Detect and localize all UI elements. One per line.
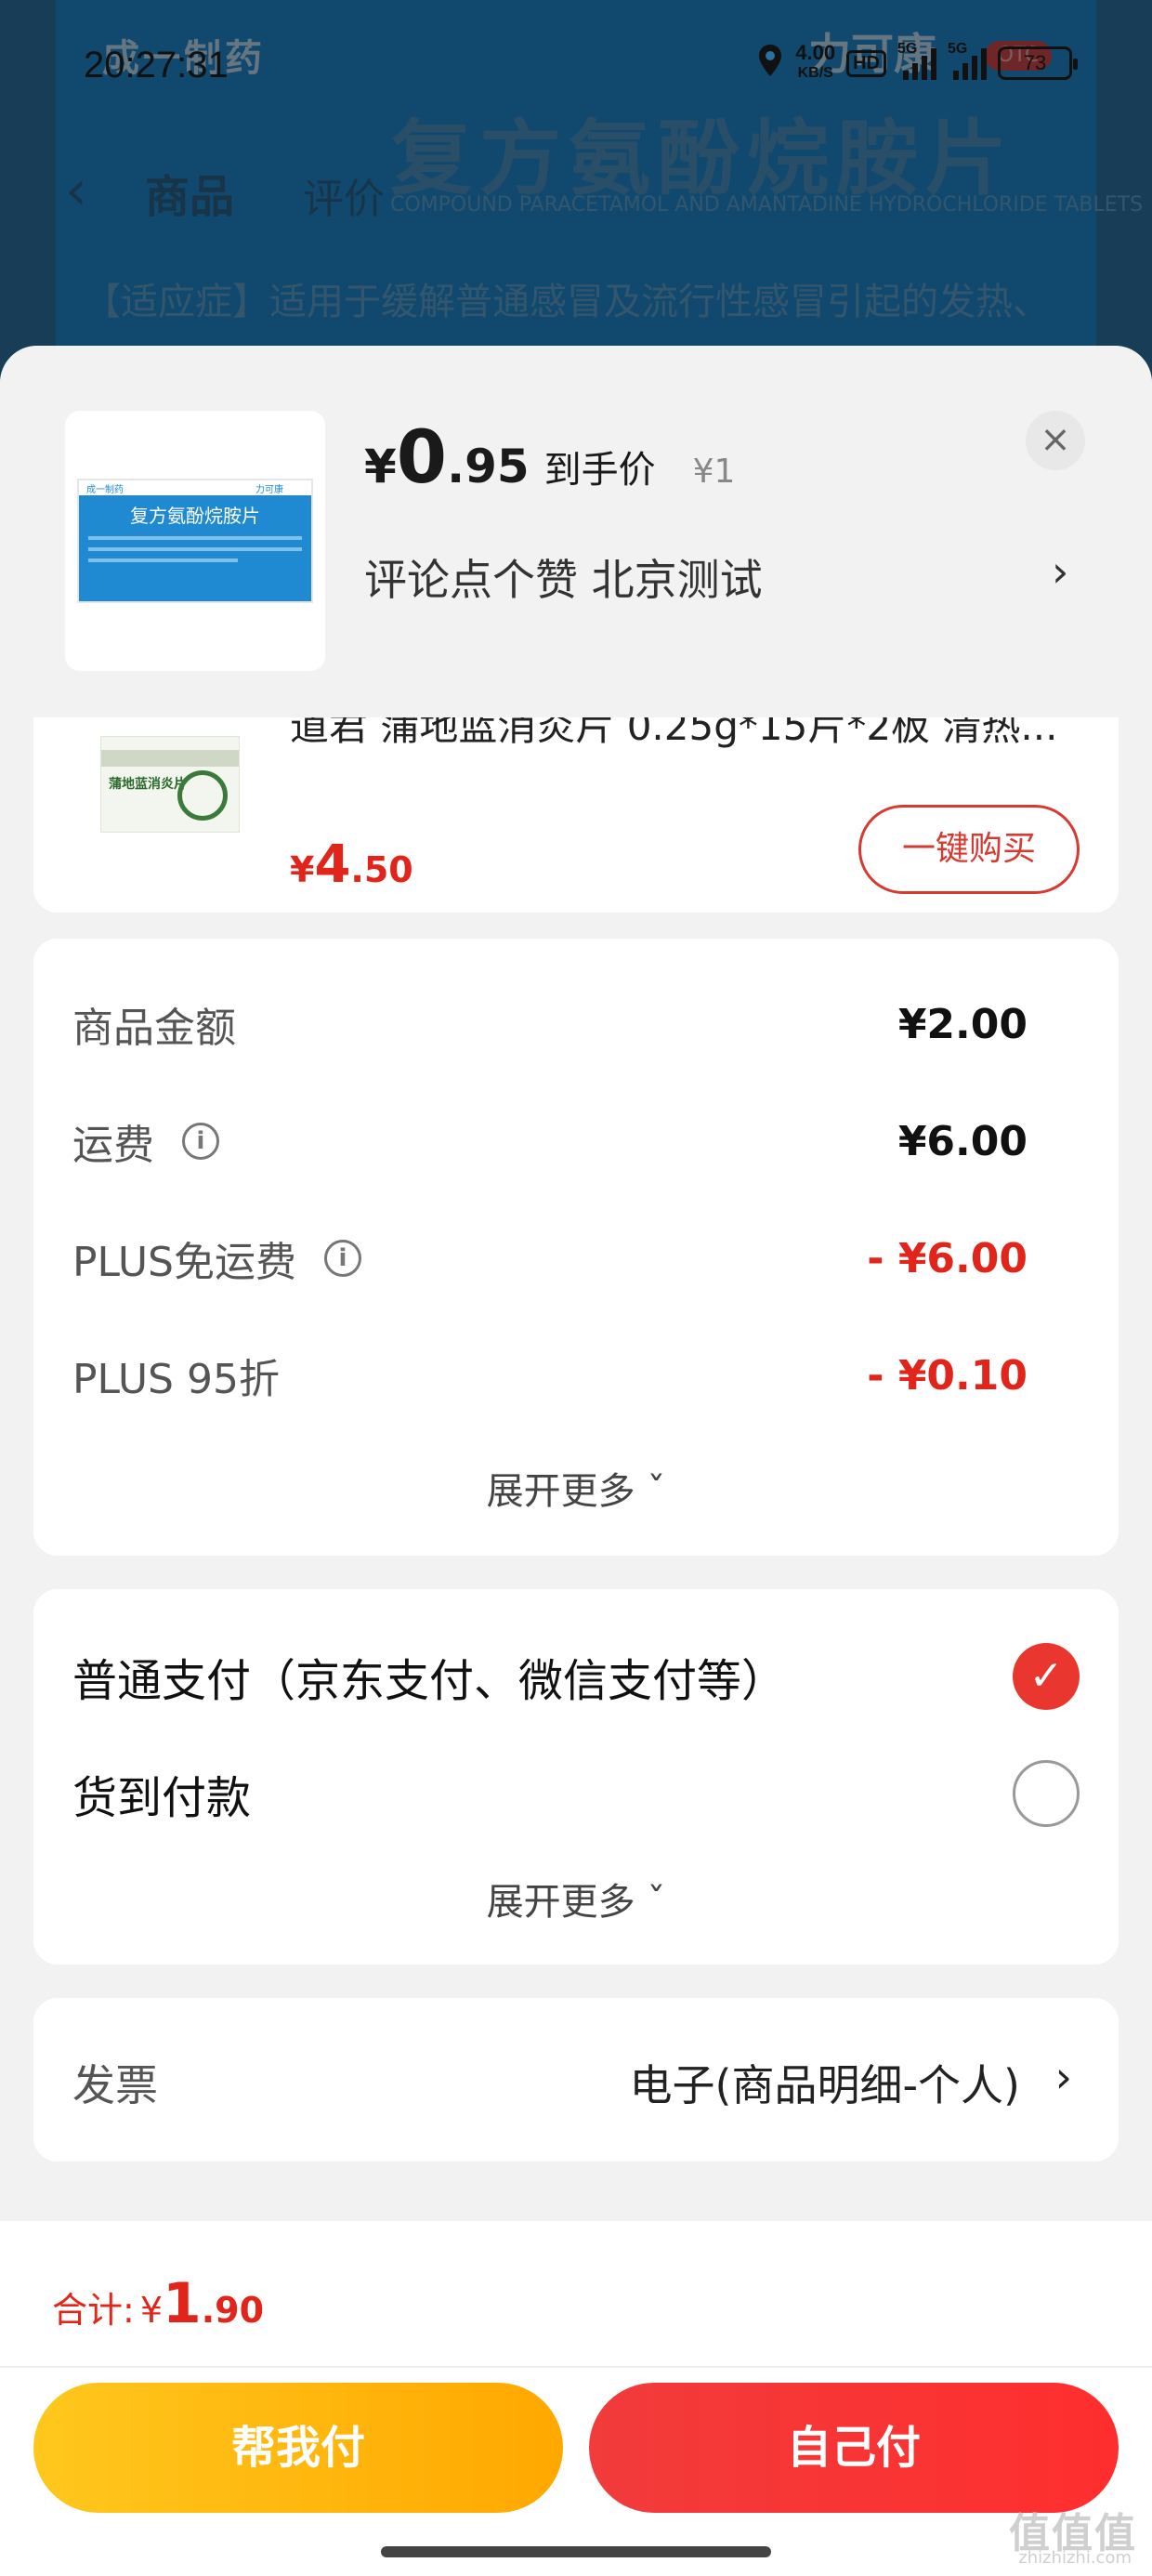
payment-option-label: 货到付款: [72, 1772, 252, 1824]
fee-label: PLUS免运费 i: [72, 1229, 361, 1288]
fee-row-plus-free-shipping: PLUS免运费 i - ¥6.00: [72, 1229, 1028, 1288]
divider: [0, 2366, 1152, 2368]
watermark-url: zhizhizhi.com: [1018, 2548, 1132, 2568]
signal-icon: 5G: [897, 41, 936, 80]
payment-expand-more-button[interactable]: 展开更多 ˇ: [33, 1872, 1119, 1925]
status-bar: 20:27:31 4.00 KB/S HD 5G 5G 73: [0, 37, 1152, 102]
fee-value: - ¥6.00: [867, 1234, 1028, 1282]
thumb-title: 复方氨酚烷胺片: [130, 505, 260, 527]
recommend-title[interactable]: 道君 蒲地蓝消炎片 0.25g*15片*2板 清热...: [290, 717, 1107, 752]
total-label: 合计:: [52, 2290, 135, 2331]
fees-expand-more-button[interactable]: 展开更多 ˇ: [33, 1461, 1119, 1515]
order-total: 合计: ¥ 1 .90: [52, 2271, 264, 2336]
recommend-price-currency: ¥: [290, 849, 315, 890]
recommend-card: 蒲地蓝消炎片 道君 蒲地蓝消炎片 0.25g*15片*2板 清热... ¥ 4 …: [33, 717, 1119, 913]
recommend-price-integer: 4: [314, 835, 351, 895]
battery-icon: 73: [998, 46, 1078, 80]
fee-row-plus-discount: PLUS 95折 - ¥0.10: [72, 1347, 1028, 1404]
invoice-label: 发票: [72, 2060, 158, 2110]
fee-label: 商品金额: [72, 1005, 236, 1052]
info-icon[interactable]: i: [324, 1240, 361, 1277]
selected-spec[interactable]: 评论点个赞 北京测试: [364, 546, 763, 608]
spec-chevron-right-icon[interactable]: ›: [1052, 546, 1068, 597]
friend-pay-button[interactable]: 帮我付: [33, 2383, 563, 2513]
payment-method-card: 普通支付（京东支付、微信支付等） ✓ 货到付款 展开更多 ˇ: [33, 1589, 1119, 1965]
fee-label-text: PLUS免运费: [72, 1239, 296, 1286]
home-indicator[interactable]: [381, 2546, 771, 2557]
invoice-row[interactable]: 发票 电子(商品明细-个人) ›: [33, 1998, 1119, 2162]
fee-value: ¥6.00: [897, 1117, 1028, 1165]
radio-unchecked-icon[interactable]: [1013, 1760, 1080, 1827]
info-icon[interactable]: i: [182, 1123, 219, 1160]
thumb-brand-left: 成一制药: [86, 485, 124, 495]
fee-value: ¥2.00: [897, 1000, 1028, 1048]
bottom-action-bar: 合计: ¥ 1 .90 帮我付 自己付 值值值 zhizhizhi.com: [0, 2221, 1152, 2576]
fee-value: - ¥0.10: [867, 1351, 1028, 1400]
product-thumbnail: 成一制药 力可康 复方氨酚烷胺片: [65, 411, 325, 671]
recommend-product-image: 蒲地蓝消炎片: [100, 736, 240, 833]
checkmark-icon[interactable]: ✓: [1013, 1643, 1080, 1710]
total-decimal: .90: [201, 2290, 265, 2331]
status-icons: 4.00 KB/S HD 5G 5G 73: [756, 41, 1078, 84]
price-decimal: .95: [447, 440, 530, 493]
payment-option-cod[interactable]: 货到付款: [72, 1756, 1080, 1831]
final-price: ¥ 0 .95 到手价 ¥1: [364, 422, 735, 494]
invoice-value: 电子(商品明细-个人): [629, 2060, 1021, 2110]
net-speed-unit: KB/S: [797, 65, 833, 81]
thumb-brand-right: 力可康: [255, 485, 283, 495]
original-price: ¥1: [692, 453, 736, 491]
price-label: 到手价: [543, 449, 656, 492]
one-click-buy-button[interactable]: 一键购买: [858, 805, 1080, 894]
sheet-header: 成一制药 力可康 复方氨酚烷胺片 ¥ 0 .95 到手价 ¥1 评论点个赞 北京…: [0, 346, 1152, 717]
recommend-price-decimal: .50: [350, 849, 413, 890]
signal-tag-2: 5G: [948, 41, 968, 57]
fee-label: 运费 i: [72, 1111, 219, 1171]
signal-tag: 5G: [897, 41, 918, 57]
signal-icon-2: 5G: [948, 41, 987, 80]
network-speed: 4.00 KB/S: [795, 43, 835, 84]
self-pay-button[interactable]: 自己付: [589, 2383, 1119, 2513]
total-currency: ¥: [139, 2290, 163, 2331]
net-speed-value: 4.00: [795, 41, 836, 64]
fee-label: PLUS 95折: [72, 1356, 280, 1403]
price-integer: 0: [396, 416, 448, 500]
recommend-price: ¥ 4 .50: [290, 835, 413, 895]
product-package-image: 成一制药 力可康 复方氨酚烷胺片: [77, 479, 313, 603]
location-icon: [756, 43, 784, 84]
close-button[interactable]: ×: [1026, 411, 1085, 470]
fee-label-text: 运费: [72, 1122, 154, 1169]
recommend-image-title: 蒲地蓝消炎片: [109, 777, 187, 792]
status-time: 20:27:31: [84, 45, 229, 85]
fee-breakdown-card: 商品金额 ¥2.00 运费 i ¥6.00 PLUS免运费 i - ¥6.00 PL…: [33, 939, 1119, 1556]
price-currency: ¥: [364, 440, 397, 493]
fee-row-shipping: 运费 i ¥6.00: [72, 1111, 1028, 1171]
fee-row-goods-amount: 商品金额 ¥2.00: [72, 996, 1028, 1053]
payment-option-online[interactable]: 普通支付（京东支付、微信支付等） ✓: [72, 1639, 1080, 1714]
payment-option-label: 普通支付（京东支付、微信支付等）: [72, 1655, 787, 1707]
chevron-right-icon: ›: [1054, 2052, 1072, 2102]
hd-badge: HD: [846, 49, 886, 77]
total-integer: 1: [163, 2271, 202, 2336]
